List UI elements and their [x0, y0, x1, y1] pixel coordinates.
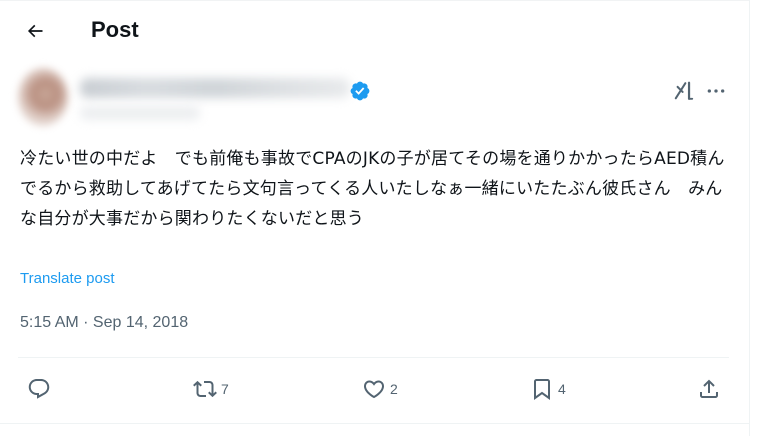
divider — [18, 357, 729, 358]
author-handle-redacted — [80, 106, 200, 120]
frame-right-border — [749, 0, 750, 436]
verified-badge-icon — [350, 81, 370, 101]
post-timestamp[interactable]: 5:15 AM · Sep 14, 2018 — [20, 314, 188, 332]
repost-count: 7 — [221, 381, 229, 397]
author-name-redacted[interactable] — [80, 78, 350, 98]
reply-icon — [28, 379, 50, 399]
arrow-left-icon — [27, 24, 43, 38]
repost-button[interactable]: 7 — [193, 374, 229, 404]
grok-icon — [674, 81, 694, 100]
avatar[interactable] — [18, 68, 68, 126]
repost-icon — [193, 380, 217, 398]
bookmark-button[interactable]: 4 — [530, 374, 566, 404]
translate-post-link[interactable]: Translate post — [20, 270, 115, 287]
bookmark-count: 4 — [558, 381, 566, 397]
more-dots-icon — [707, 89, 725, 93]
more-options-button[interactable] — [701, 78, 731, 104]
author-block — [18, 62, 378, 130]
share-icon — [700, 379, 718, 398]
page-title: Post — [91, 17, 139, 42]
share-button[interactable] — [697, 374, 721, 404]
grok-button[interactable] — [670, 78, 698, 104]
page-header: Post — [0, 0, 749, 60]
reply-button[interactable] — [27, 374, 55, 404]
heart-icon — [363, 380, 385, 399]
bookmark-icon — [534, 379, 550, 400]
post-text: 冷たい世の中だよ でも前俺も事故でCPAのJKの子が居てその場を通りかかったらA… — [20, 149, 725, 229]
like-button[interactable]: 2 — [362, 374, 398, 404]
frame-bottom-border — [0, 423, 750, 424]
like-count: 2 — [390, 381, 398, 397]
back-button[interactable] — [18, 14, 52, 48]
